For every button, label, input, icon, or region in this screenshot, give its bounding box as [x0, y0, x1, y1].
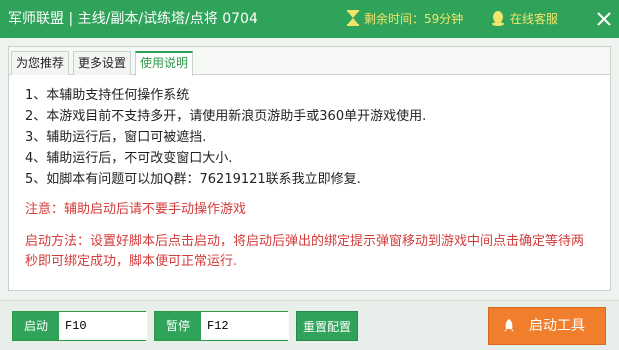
- online-service-link[interactable]: 在线客服: [490, 10, 558, 28]
- rule-item: 5、如脚本有问题可以加Q群：76219121联系我立即修复.: [25, 172, 361, 187]
- rule-item: 4、辅助运行后，不可改变窗口大小.: [25, 151, 233, 166]
- timer-text: 剩余时间：59分钟: [364, 12, 464, 26]
- tab-recommend[interactable]: 为您推荐: [11, 51, 70, 75]
- pause-hotkey-input[interactable]: [201, 312, 289, 340]
- rule-item: 3、辅助运行后，窗口可被遮挡.: [25, 130, 207, 145]
- tab-instructions[interactable]: 使用说明: [135, 51, 194, 76]
- main-panel: 为您推荐 更多设置 使用说明 1、本辅助支持任何操作系统 2、本游戏目前不支持多…: [8, 46, 611, 291]
- service-text: 在线客服: [510, 12, 559, 26]
- launch-tool-button[interactable]: 启动工具: [488, 307, 606, 345]
- instructions-content: 1、本辅助支持任何操作系统 2、本游戏目前不支持多开，请使用新浪页游助手或360…: [25, 85, 605, 272]
- reset-config-button[interactable]: 重置配置: [296, 311, 358, 341]
- pause-hotkey-label: 暂停: [155, 312, 201, 340]
- rocket-icon: [504, 319, 514, 332]
- hourglass-icon: [347, 10, 359, 26]
- qq-icon: [492, 11, 504, 26]
- rule-item: 2、本游戏目前不支持多开，请使用新浪页游助手或360单开游戏使用.: [25, 109, 427, 124]
- footer-bar: 启动 暂停 重置配置 启动工具: [0, 300, 619, 350]
- window-title: 军师联盟 | 主线/副本/试练塔/点将 0704: [8, 11, 258, 27]
- start-hotkey-input[interactable]: [59, 312, 147, 340]
- pause-hotkey-field: 暂停: [154, 311, 289, 341]
- start-method-text: 启动方法：设置好脚本后点击启动，将启动后弹出的绑定提示弹窗移动到游戏中间点击确定…: [25, 234, 585, 269]
- close-icon[interactable]: [595, 10, 613, 28]
- warning-text: 注意：辅助启动后请不要手动操作游戏: [25, 202, 247, 217]
- start-hotkey-field: 启动: [12, 311, 147, 341]
- start-hotkey-label: 启动: [13, 312, 59, 340]
- tab-more-settings[interactable]: 更多设置: [73, 51, 132, 75]
- remaining-time: 剩余时间：59分钟: [346, 10, 463, 28]
- rule-item: 1、本辅助支持任何操作系统: [25, 88, 190, 103]
- title-bar: 军师联盟 | 主线/副本/试练塔/点将 0704 剩余时间：59分钟 在线客服: [0, 0, 619, 38]
- tab-bar: 为您推荐 更多设置 使用说明: [9, 47, 610, 76]
- launch-tool-label: 启动工具: [529, 318, 585, 334]
